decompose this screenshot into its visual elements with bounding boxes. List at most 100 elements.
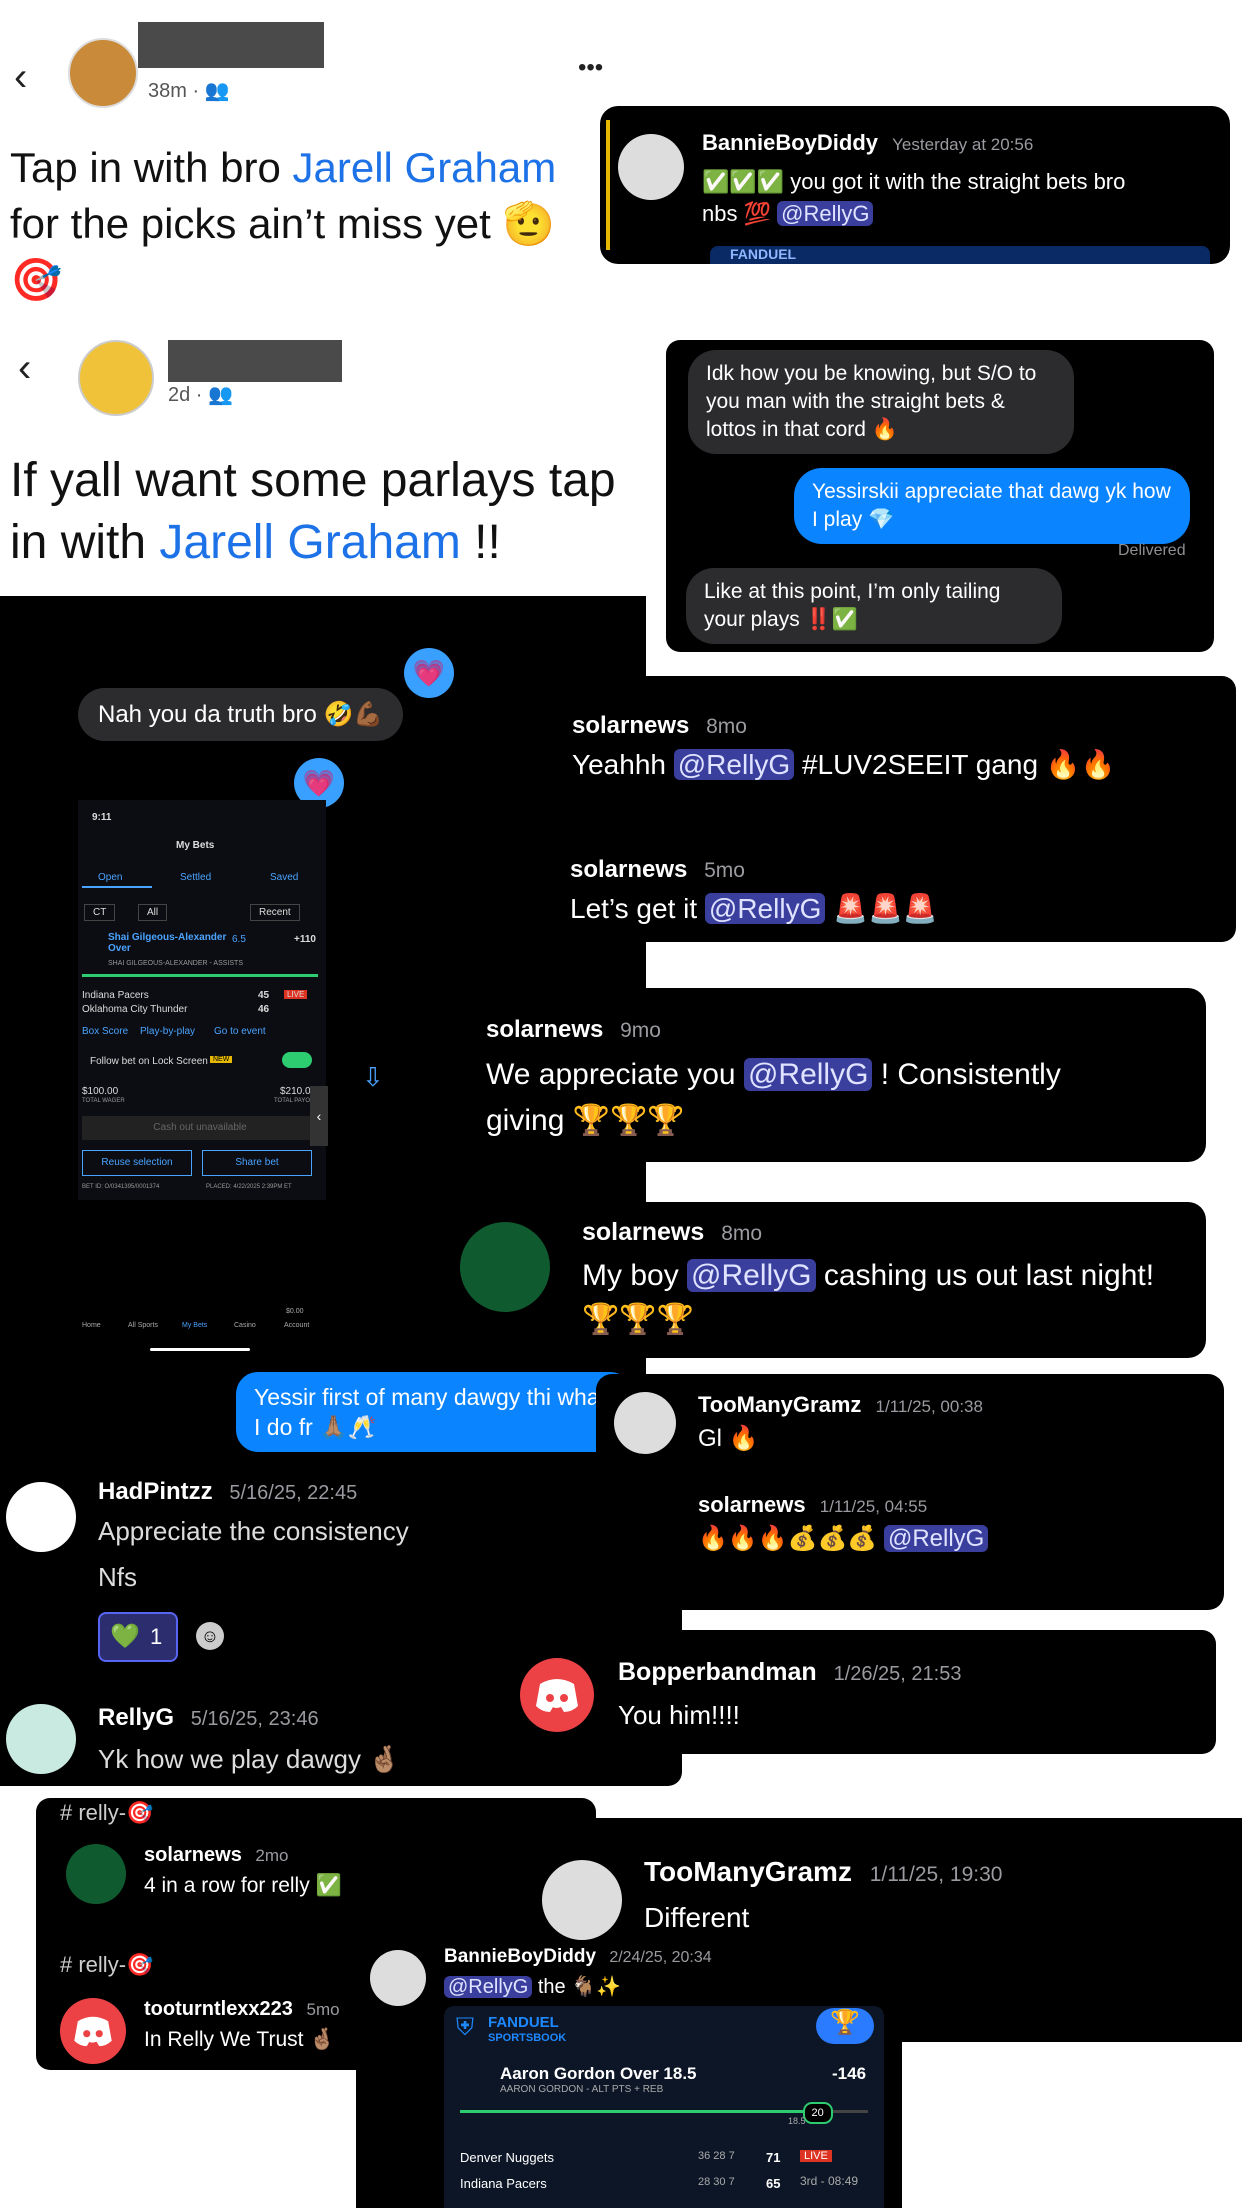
game-clock: 3rd - 08:49: [800, 2174, 859, 2188]
filter-all[interactable]: All: [138, 904, 168, 921]
avatar[interactable]: [68, 38, 138, 108]
username[interactable]: HadPintzz: [98, 1478, 213, 1505]
discord-card: solarnews 8mo Yeahhh @RellyG #LUV2SEEIT …: [540, 676, 1236, 942]
market-sub: SHAI GILGEOUS-ALEXANDER - ASSISTS: [108, 960, 243, 967]
discord-card: BannieBoyDiddy Yesterday at 20:56 ✅✅✅ yo…: [600, 106, 1230, 264]
message: Appreciate the consistency: [98, 1516, 409, 1546]
balance: $0.00: [286, 1308, 304, 1315]
link-go-to-event[interactable]: Go to event: [214, 1026, 266, 1037]
tab-open[interactable]: Open: [98, 872, 122, 883]
username[interactable]: solarnews: [570, 856, 687, 883]
link-box-score[interactable]: Box Score: [82, 1026, 128, 1037]
message: ✅✅✅ you got it with the straight bets br…: [702, 169, 1126, 226]
tagged-name[interactable]: Jarell Graham: [292, 144, 556, 191]
nav-account[interactable]: Account: [284, 1322, 309, 1329]
add-reaction-icon[interactable]: ☺: [196, 1622, 224, 1650]
message: Yeahhh @RellyG #LUV2SEEIT gang 🔥🔥: [572, 749, 1116, 780]
nav-home[interactable]: Home: [82, 1322, 101, 1329]
timestamp: 1/11/25, 00:38: [875, 1397, 983, 1416]
sent-message: Yessir first of many dawgy thi what I do…: [236, 1372, 632, 1452]
filter-recent[interactable]: Recent: [250, 904, 300, 921]
tab-saved[interactable]: Saved: [270, 872, 298, 883]
username[interactable]: solarnews: [582, 1218, 704, 1246]
timestamp: 5/16/25, 23:46: [190, 1708, 319, 1730]
avatar[interactable]: [78, 340, 154, 416]
discord-card: TooManyGramz 1/11/25, 00:38 Gl 🔥 solarne…: [596, 1374, 1224, 1610]
discord-logo-icon[interactable]: [520, 1658, 594, 1732]
username[interactable]: solarnews: [486, 1016, 603, 1043]
payout-label: TOTAL PAYO: [274, 1098, 311, 1104]
team2-quarters: 28 30 7: [698, 2176, 735, 2188]
mention[interactable]: @RellyG: [704, 893, 826, 924]
avatar[interactable]: [618, 134, 684, 200]
avatar[interactable]: [460, 1222, 550, 1312]
mention[interactable]: @RellyG: [687, 1259, 816, 1292]
progress-value: 20: [802, 2102, 833, 2124]
link-play-by-play[interactable]: Play-by-play: [140, 1026, 195, 1037]
tagged-name[interactable]: Jarell Graham: [159, 516, 460, 569]
timestamp: 1/11/25, 04:55: [819, 1497, 928, 1516]
discord-logo-icon[interactable]: [60, 1998, 126, 2064]
placed: PLACED: 4/22/2025 2:39PM ET: [206, 1184, 292, 1190]
fanduel-shield-icon: ⛨: [456, 2014, 474, 2041]
username[interactable]: tooturntlexx223: [144, 1998, 293, 2020]
more-button[interactable]: •••: [578, 54, 603, 82]
mention[interactable]: @RellyG: [444, 1976, 533, 1998]
back-icon[interactable]: ‹: [14, 55, 27, 100]
timestamp: 9mo: [620, 1019, 661, 1042]
team2: Indiana Pacers: [460, 2176, 547, 2191]
follow-toggle[interactable]: [282, 1052, 312, 1068]
tab-settled[interactable]: Settled: [180, 872, 211, 883]
filter-ct[interactable]: CT: [84, 904, 116, 921]
username[interactable]: BannieBoyDiddy: [444, 1946, 596, 1967]
mention[interactable]: @RellyG: [673, 749, 795, 780]
username[interactable]: RellyG: [98, 1704, 174, 1731]
avatar[interactable]: [614, 1392, 676, 1454]
username[interactable]: solarnews: [144, 1844, 242, 1866]
reuse-button[interactable]: Reuse selection: [82, 1150, 192, 1176]
message: 4 in a row for relly ✅: [144, 1874, 342, 1897]
new-badge: NEW: [210, 1056, 233, 1063]
back-icon[interactable]: ‹: [18, 346, 31, 391]
page-title: My Bets: [176, 840, 215, 851]
post-time: 2d · 👥: [168, 384, 233, 406]
message: @RellyG the 🐐✨: [444, 1974, 621, 1999]
channel-name[interactable]: # relly-🎯: [60, 1800, 153, 1826]
received-message: Nah you da truth bro 🤣💪🏾: [78, 688, 404, 741]
avatar[interactable]: [66, 1844, 126, 1904]
message: Gl 🔥: [698, 1425, 759, 1452]
post-time: 38m · 👥: [148, 80, 230, 102]
mention[interactable]: @RellyG: [743, 1058, 873, 1091]
reaction-chip[interactable]: 💚 1: [98, 1612, 178, 1662]
download-icon[interactable]: ⇩: [362, 1062, 384, 1093]
live-badge: LIVE: [284, 990, 308, 999]
nav-casino[interactable]: Casino: [234, 1322, 256, 1329]
fanduel-strip: FANDUEL: [710, 246, 1210, 264]
avatar[interactable]: [542, 1860, 622, 1940]
sent-message: Yessirskii appreciate that dawg yk how I…: [794, 468, 1190, 544]
share-button[interactable]: Share bet: [202, 1150, 312, 1176]
channel-name[interactable]: # relly-🎯: [60, 1952, 153, 1978]
username[interactable]: TooManyGramz: [698, 1392, 861, 1417]
score1: 45: [258, 990, 270, 1001]
username[interactable]: BannieBoyDiddy: [702, 130, 878, 155]
username[interactable]: Bopperbandman: [618, 1658, 817, 1686]
username[interactable]: solarnews: [572, 712, 689, 739]
username[interactable]: TooManyGramz: [644, 1856, 852, 1887]
progress-line: 18.5: [788, 2116, 806, 2126]
post-text: Tap in with bro Jarell Graham for the pi…: [10, 144, 557, 304]
collapse-handle[interactable]: ‹: [310, 1086, 328, 1146]
mention[interactable]: @RellyG: [883, 1525, 989, 1552]
team2: Oklahoma City Thunder: [82, 1004, 188, 1015]
mention[interactable]: @RellyG: [777, 201, 874, 226]
avatar[interactable]: [370, 1950, 426, 2006]
message: Different: [644, 1902, 750, 1933]
timestamp: 8mo: [721, 1222, 763, 1245]
avatar[interactable]: [6, 1704, 76, 1774]
nav-my-bets[interactable]: My Bets: [182, 1322, 207, 1329]
timestamp: 8mo: [706, 715, 747, 738]
avatar[interactable]: [6, 1482, 76, 1552]
nav-all-sports[interactable]: All Sports: [128, 1322, 158, 1329]
team1-quarters: 36 28 7: [698, 2150, 735, 2162]
username[interactable]: solarnews: [698, 1492, 806, 1517]
